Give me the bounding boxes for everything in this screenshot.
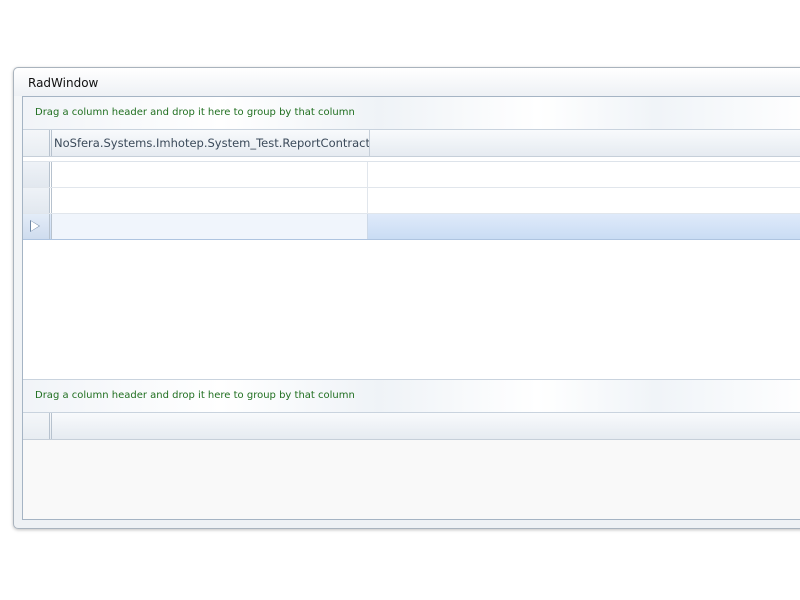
- header-indicator-cell: [23, 413, 52, 439]
- window-title: RadWindow: [28, 76, 99, 90]
- window-titlebar[interactable]: RadWindow: [14, 68, 800, 96]
- column-header-reportcontract[interactable]: NoSfera.Systems.Imhotep.System_Test.Repo…: [52, 130, 370, 156]
- table-cell[interactable]: [52, 214, 368, 239]
- group-panel-hint: Drag a column header and drop it here to…: [35, 107, 355, 118]
- grid-bottom: Drag a column header and drop it here to…: [23, 379, 800, 519]
- table-cell[interactable]: [52, 188, 368, 213]
- triangle-right-icon-fill: [31, 221, 39, 231]
- table-row[interactable]: [23, 162, 800, 188]
- group-panel-bottom[interactable]: Drag a column header and drop it here to…: [23, 380, 800, 413]
- window-content: Drag a column header and drop it here to…: [22, 96, 800, 520]
- row-indicator-current[interactable]: [23, 214, 52, 239]
- table-row-current[interactable]: [23, 214, 800, 240]
- group-panel-top[interactable]: Drag a column header and drop it here to…: [23, 97, 800, 130]
- table-cell[interactable]: [52, 162, 368, 187]
- column-header-row-bottom: [23, 413, 800, 440]
- grid-top: Drag a column header and drop it here to…: [23, 97, 800, 379]
- table-row[interactable]: [23, 188, 800, 214]
- rad-window: RadWindow Drag a column header and drop …: [13, 67, 800, 529]
- row-indicator[interactable]: [23, 188, 52, 213]
- column-header-row: NoSfera.Systems.Imhotep.System_Test.Repo…: [23, 130, 800, 157]
- header-indicator-cell: [23, 130, 52, 156]
- row-indicator[interactable]: [23, 162, 52, 187]
- group-panel-hint: Drag a column header and drop it here to…: [35, 390, 355, 401]
